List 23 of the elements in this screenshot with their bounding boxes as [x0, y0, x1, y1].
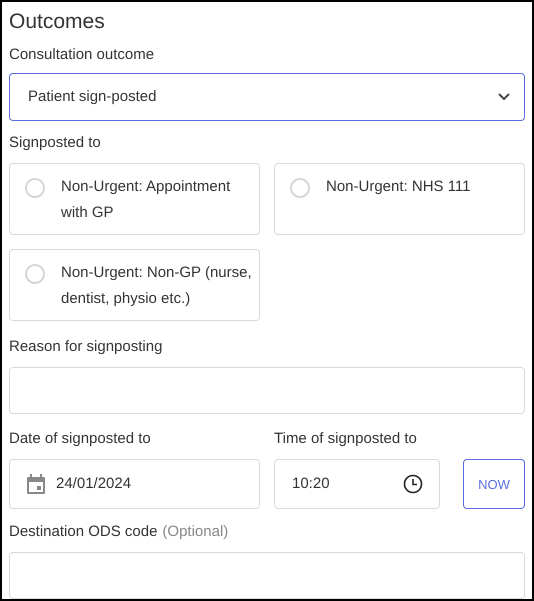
reason-input[interactable]	[9, 366, 525, 414]
now-button[interactable]: NOW	[463, 459, 525, 510]
radio-option[interactable]: Non-Urgent: Appointment with GP	[9, 162, 260, 235]
radio-icon	[25, 178, 45, 198]
section-title: Outcomes	[9, 10, 105, 34]
field-label: Signposted to	[9, 132, 101, 153]
field-label: Reason for signposting	[9, 336, 162, 357]
date-field[interactable]: 24/01/2024	[9, 459, 260, 510]
clock-icon	[403, 474, 423, 494]
chevron-down-icon	[498, 92, 510, 101]
time-field[interactable]: 10:20	[274, 459, 440, 510]
optional-note: (Optional)	[162, 522, 228, 542]
field-label: Date of signposted to	[9, 429, 151, 450]
radio-option[interactable]: Non-Urgent: Non-GP (nurse, dentist, physio etc.)	[9, 248, 260, 321]
radio-icon	[25, 264, 45, 284]
radio-icon	[290, 178, 310, 198]
field-label: Time of signposted to	[274, 429, 417, 450]
outcome-select[interactable]: Patient sign-posted	[9, 73, 525, 121]
field-label: Destination ODS code	[9, 522, 158, 542]
field-label: Consultation outcome	[9, 45, 154, 65]
ods-code-input[interactable]	[9, 552, 525, 599]
calendar-icon	[26, 473, 46, 496]
radio-option[interactable]: Non-Urgent: NHS 111	[274, 162, 525, 235]
